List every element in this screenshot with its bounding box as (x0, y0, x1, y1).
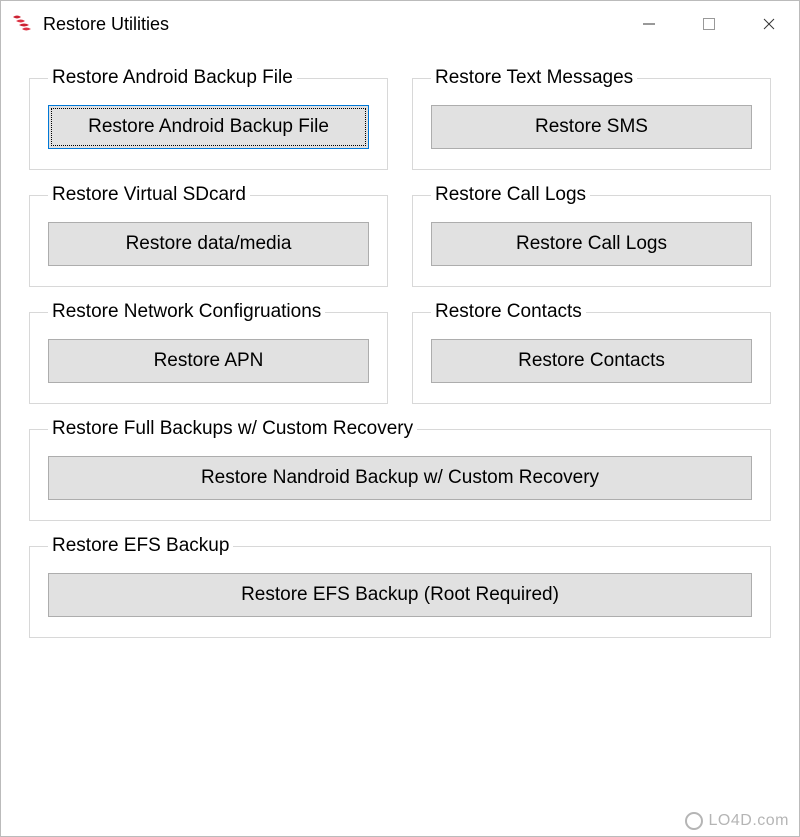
restore-call-logs-button[interactable]: Restore Call Logs (431, 222, 752, 266)
group-full-backups: Restore Full Backups w/ Custom Recovery … (29, 418, 771, 521)
group-legend: Restore Full Backups w/ Custom Recovery (48, 418, 417, 440)
restore-efs-backup-button[interactable]: Restore EFS Backup (Root Required) (48, 573, 752, 617)
group-legend: Restore EFS Backup (48, 535, 233, 557)
group-virtual-sdcard: Restore Virtual SDcard Restore data/medi… (29, 184, 388, 287)
group-contacts: Restore Contacts Restore Contacts (412, 301, 771, 404)
globe-icon (685, 812, 703, 830)
title-bar: Restore Utilities (1, 1, 799, 47)
group-legend: Restore Network Configruations (48, 301, 325, 323)
watermark: LO4D.com (685, 812, 789, 830)
group-legend: Restore Android Backup File (48, 67, 297, 89)
group-legend: Restore Virtual SDcard (48, 184, 250, 206)
window-frame: Restore Utilities Restore Android Backup… (0, 0, 800, 837)
group-legend: Restore Text Messages (431, 67, 637, 89)
restore-apn-button[interactable]: Restore APN (48, 339, 369, 383)
watermark-text: LO4D.com (709, 812, 789, 830)
group-network-config: Restore Network Configruations Restore A… (29, 301, 388, 404)
window-controls (619, 1, 799, 47)
group-efs-backup: Restore EFS Backup Restore EFS Backup (R… (29, 535, 771, 638)
group-android-backup: Restore Android Backup File Restore Andr… (29, 67, 388, 170)
restore-android-backup-button[interactable]: Restore Android Backup File (48, 105, 369, 149)
group-legend: Restore Call Logs (431, 184, 590, 206)
maximize-button[interactable] (679, 1, 739, 47)
restore-nandroid-backup-button[interactable]: Restore Nandroid Backup w/ Custom Recove… (48, 456, 752, 500)
app-icon (11, 13, 33, 35)
window-title: Restore Utilities (43, 14, 619, 35)
restore-data-media-button[interactable]: Restore data/media (48, 222, 369, 266)
client-area: Restore Android Backup File Restore Andr… (1, 47, 799, 672)
group-call-logs: Restore Call Logs Restore Call Logs (412, 184, 771, 287)
restore-sms-button[interactable]: Restore SMS (431, 105, 752, 149)
restore-contacts-button[interactable]: Restore Contacts (431, 339, 752, 383)
group-text-messages: Restore Text Messages Restore SMS (412, 67, 771, 170)
minimize-button[interactable] (619, 1, 679, 47)
group-legend: Restore Contacts (431, 301, 586, 323)
close-button[interactable] (739, 1, 799, 47)
